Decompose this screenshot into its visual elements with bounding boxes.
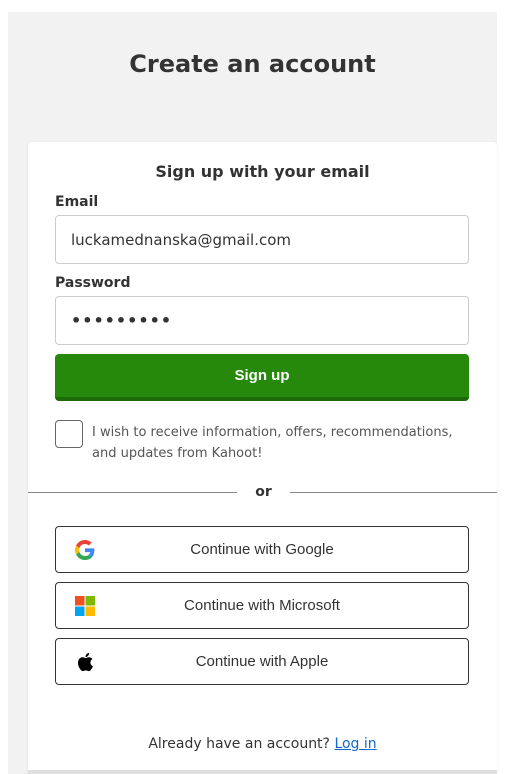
apple-button-label: Continue with Apple [195, 653, 329, 670]
email-value: luckamednanska@gmail.com [71, 230, 291, 249]
page-background: Create an account Sign up with your emai… [8, 12, 497, 774]
email-label: Email [55, 194, 99, 210]
email-field[interactable]: luckamednanska@gmail.com [55, 215, 469, 264]
microsoft-button-label: Continue with Microsoft [184, 597, 340, 614]
continue-with-apple-button[interactable]: Continue with Apple [55, 638, 469, 685]
or-divider: or [28, 484, 497, 500]
password-label: Password [55, 275, 131, 291]
divider-line-right [290, 492, 497, 493]
signup-card: Sign up with your email Email luckamedna… [28, 142, 497, 774]
login-prompt-text: Already have an account? [148, 736, 330, 752]
password-field[interactable]: ••••••••• [55, 296, 469, 345]
google-icon [74, 539, 96, 561]
continue-with-microsoft-button[interactable]: Continue with Microsoft [55, 582, 469, 629]
apple-icon [74, 651, 96, 673]
form-subtitle: Sign up with your email [155, 162, 370, 181]
page-title: Create an account [129, 50, 376, 78]
google-button-label: Continue with Google [190, 541, 334, 558]
login-prompt: Already have an account? Log in [28, 736, 497, 752]
sign-up-button[interactable]: Sign up [55, 354, 469, 401]
log-in-link[interactable]: Log in [334, 736, 376, 752]
consent-row: I wish to receive information, offers, r… [55, 420, 469, 466]
continue-with-google-button[interactable]: Continue with Google [55, 526, 469, 573]
divider-line-left [28, 492, 237, 493]
divider-text: or [255, 484, 272, 500]
card-bottom-border [28, 770, 497, 774]
microsoft-icon [74, 595, 96, 617]
consent-checkbox[interactable] [55, 420, 83, 448]
password-value: ••••••••• [71, 311, 173, 330]
consent-text: I wish to receive information, offers, r… [92, 425, 453, 461]
